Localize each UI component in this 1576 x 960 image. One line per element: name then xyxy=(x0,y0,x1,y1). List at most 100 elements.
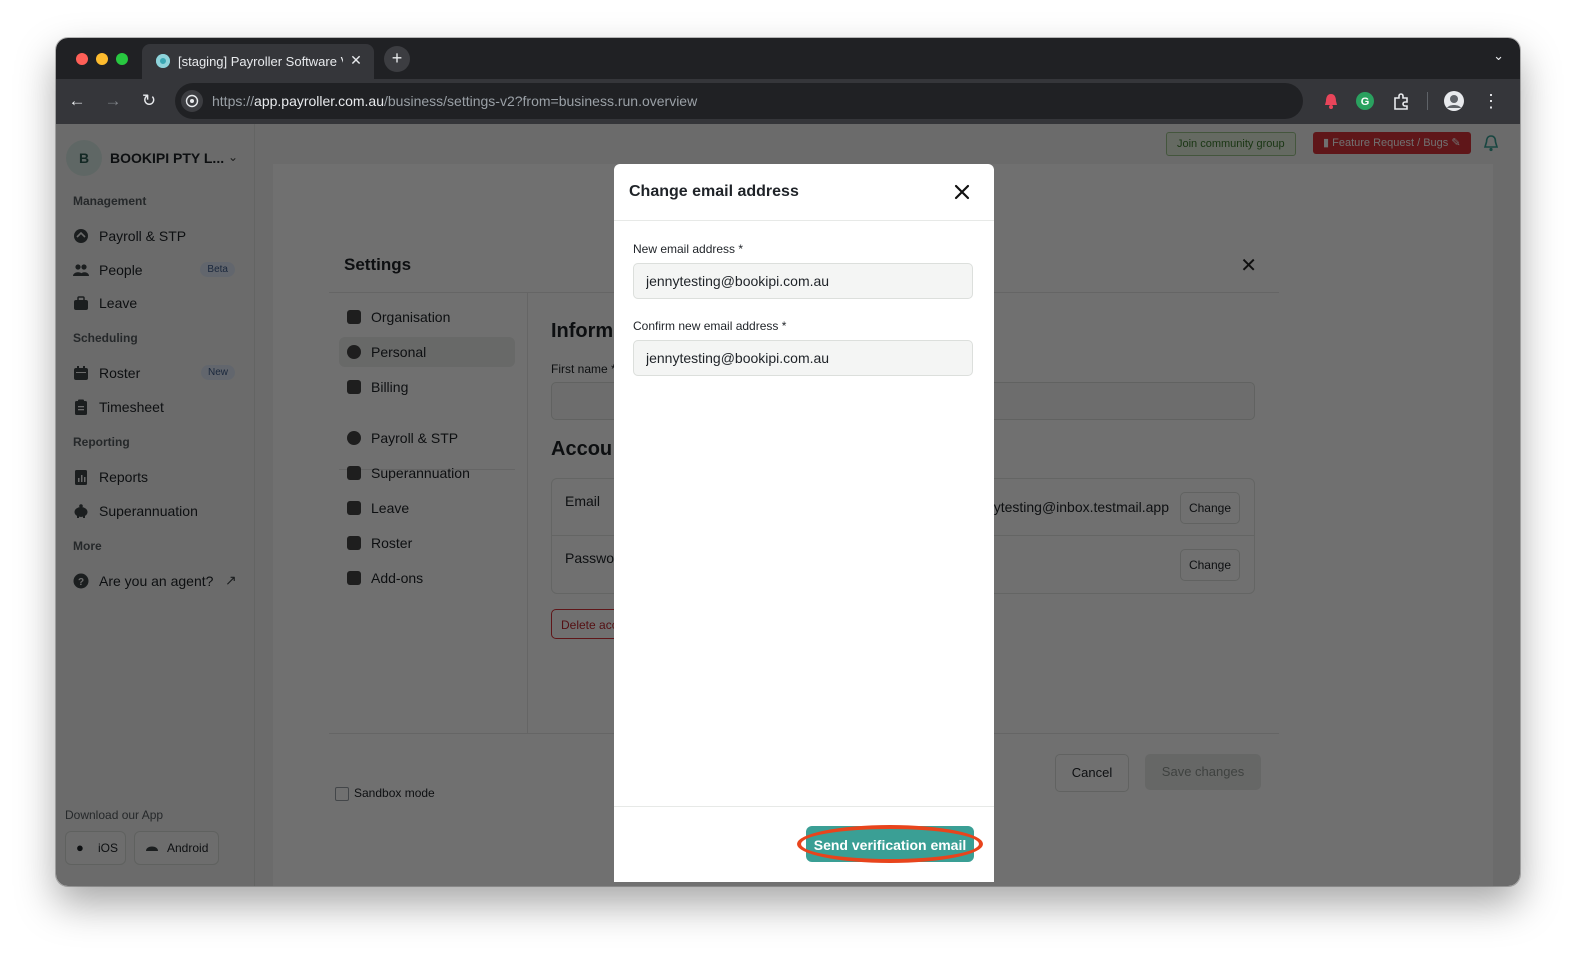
settings-nav-label: Superannuation xyxy=(371,465,470,481)
extensions-puzzle-icon[interactable] xyxy=(1390,90,1412,112)
toolbar-separator xyxy=(1427,92,1428,110)
maximize-window-button[interactable] xyxy=(116,53,128,65)
confirm-email-input[interactable] xyxy=(633,340,973,376)
feature-request-button[interactable]: ▮ Feature Request / Bugs ✎ xyxy=(1313,132,1471,154)
android-icon xyxy=(146,846,158,851)
settings-nav-organisation[interactable]: Organisation xyxy=(339,302,515,332)
cancel-button[interactable]: Cancel xyxy=(1055,754,1129,792)
settings-nav-label: Organisation xyxy=(371,309,451,325)
suitcase-icon xyxy=(74,296,88,310)
bug-icon: ✎ xyxy=(1448,137,1461,149)
settings-nav-leave[interactable]: Leave xyxy=(339,493,515,523)
minimize-window-button[interactable] xyxy=(96,53,108,65)
sidebar-item-superannuation[interactable]: Superannuation xyxy=(73,499,245,525)
calendar-icon xyxy=(347,536,361,550)
settings-nav-label: Add-ons xyxy=(371,570,424,586)
sidebar-item-reports[interactable]: Reports xyxy=(73,465,245,491)
settings-nav: Organisation Personal Billing Payroll & … xyxy=(329,293,528,733)
credit-card-icon xyxy=(347,380,361,394)
ios-app-button[interactable]: ● iOS xyxy=(65,831,126,865)
new-email-input[interactable] xyxy=(633,263,973,299)
sidebar-item-label: Leave xyxy=(99,295,138,311)
email-value: nytesting@inbox.testmail.app xyxy=(985,499,1169,515)
close-icon[interactable]: ✕ xyxy=(1240,253,1257,278)
dialog-title: Change email address xyxy=(629,183,799,200)
sidebar-item-label: Payroll & STP xyxy=(99,228,187,244)
first-name-label: First name * xyxy=(551,362,616,376)
settings-nav-label: Leave xyxy=(371,500,410,516)
sidebar-item-label: Are you an agent? xyxy=(99,573,214,589)
profile-avatar-icon[interactable] xyxy=(1443,90,1465,112)
send-verification-email-button[interactable]: Send verification email xyxy=(806,826,974,862)
report-icon xyxy=(75,470,87,485)
save-changes-button[interactable]: Save changes xyxy=(1145,754,1261,790)
piggy-bank-icon xyxy=(347,466,361,480)
sidebar: B BOOKIPI PTY L... ⌄ Management Payroll … xyxy=(56,124,255,886)
tab-search-chevron-icon[interactable]: ⌄ xyxy=(1493,48,1504,64)
site-info-icon[interactable] xyxy=(181,90,203,112)
payroll-icon xyxy=(347,431,361,445)
settings-nav-payroll[interactable]: Payroll & STP xyxy=(339,423,515,453)
sidebar-item-leave[interactable]: Leave xyxy=(73,291,245,317)
app-area: B BOOKIPI PTY L... ⌄ Management Payroll … xyxy=(56,124,1520,886)
piggy-bank-icon xyxy=(74,504,88,518)
feature-request-label: Feature Request / Bugs xyxy=(1332,137,1449,149)
new-email-label: New email address * xyxy=(633,242,744,256)
settings-nav-personal[interactable]: Personal xyxy=(339,337,515,367)
divider xyxy=(614,806,994,807)
settings-nav-addons[interactable]: Add-ons xyxy=(339,563,515,593)
org-avatar: B xyxy=(66,140,102,176)
section-label-scheduling: Scheduling xyxy=(73,331,138,345)
confirm-email-label: Confirm new email address * xyxy=(633,319,787,333)
change-password-button[interactable]: Change xyxy=(1180,549,1240,581)
sidebar-item-agent[interactable]: ? Are you an agent? ↗ xyxy=(73,569,245,595)
settings-nav-billing[interactable]: Billing xyxy=(339,372,515,402)
sandbox-label: Sandbox mode xyxy=(354,786,435,800)
close-window-button[interactable] xyxy=(76,53,88,65)
join-community-button[interactable]: Join community group xyxy=(1166,132,1296,156)
payroll-icon xyxy=(74,229,88,243)
settings-nav-superannuation[interactable]: Superannuation xyxy=(339,458,515,488)
grid-icon xyxy=(347,571,361,585)
address-bar[interactable]: https://app.payroller.com.au/business/se… xyxy=(175,83,1303,119)
settings-title: Settings xyxy=(344,255,412,274)
sandbox-checkbox[interactable] xyxy=(335,787,349,801)
divider xyxy=(614,220,994,221)
settings-nav-roster[interactable]: Roster xyxy=(339,528,515,558)
browser-toolbar: ← → ↻ https://app.payroller.com.au/busin… xyxy=(56,79,1520,125)
browser-window: [staging] Payroller Software V ✕ + ⌄ ← →… xyxy=(56,38,1520,886)
svg-text:G: G xyxy=(1361,96,1370,108)
change-email-button[interactable]: Change xyxy=(1180,492,1240,524)
sidebar-item-payroll[interactable]: Payroll & STP xyxy=(73,224,245,250)
sidebar-item-roster[interactable]: Roster New xyxy=(73,361,245,387)
sidebar-item-timesheet[interactable]: Timesheet xyxy=(73,395,245,421)
email-label: Email xyxy=(565,493,601,509)
section-label-more: More xyxy=(73,539,102,553)
beta-badge: Beta xyxy=(200,262,235,277)
sidebar-item-people[interactable]: People Beta xyxy=(73,258,245,284)
tab-bar: [staging] Payroller Software V ✕ + ⌄ xyxy=(56,38,1520,79)
tab-close-icon[interactable]: ✕ xyxy=(348,52,364,69)
android-app-button[interactable]: Android xyxy=(134,831,219,865)
browser-tab[interactable]: [staging] Payroller Software V ✕ xyxy=(142,44,374,79)
browser-menu-icon[interactable]: ⋮ xyxy=(1480,90,1502,112)
sidebar-item-label: People xyxy=(99,262,143,278)
extension-alert-icon[interactable] xyxy=(1320,90,1342,112)
grammarly-icon[interactable]: G xyxy=(1354,90,1376,112)
download-app-label: Download our App xyxy=(65,808,164,822)
org-name: BOOKIPI PTY L... xyxy=(110,150,225,166)
tab-title: [staging] Payroller Software V xyxy=(178,54,343,69)
chevron-down-icon: ⌄ xyxy=(228,150,239,164)
section-label-reporting: Reporting xyxy=(73,435,130,449)
forward-arrow-icon[interactable]: → xyxy=(102,90,124,112)
reload-icon[interactable]: ↻ xyxy=(138,90,160,112)
org-switcher[interactable]: B BOOKIPI PTY L... ⌄ xyxy=(66,140,246,176)
sidebar-item-label: Timesheet xyxy=(99,399,164,415)
new-tab-button[interactable]: + xyxy=(384,46,410,72)
ios-label: iOS xyxy=(98,841,119,855)
back-arrow-icon[interactable]: ← xyxy=(66,90,88,112)
calendar-icon xyxy=(74,366,88,380)
people-icon xyxy=(73,264,89,276)
close-icon[interactable] xyxy=(952,182,972,202)
bell-icon[interactable] xyxy=(1483,134,1499,152)
